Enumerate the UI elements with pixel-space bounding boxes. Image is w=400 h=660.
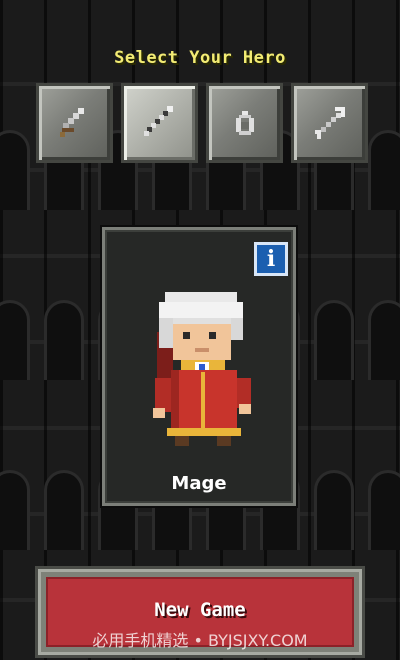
hero-name: Mage: [171, 473, 227, 494]
hero-preview-panel: i Mage: [102, 227, 296, 506]
screen-title: Select Your Hero: [114, 48, 286, 68]
sword-icon: [59, 108, 84, 137]
class-button-warrior[interactable]: [36, 83, 113, 163]
ring-icon: [235, 111, 254, 135]
arrow-icon: [314, 107, 345, 139]
info-icon: i: [266, 246, 276, 272]
staff-icon: [143, 106, 173, 136]
new-game-label: New Game: [154, 599, 246, 621]
class-button-rogue[interactable]: [206, 83, 283, 163]
info-button[interactable]: i: [254, 242, 288, 276]
class-button-huntress[interactable]: [291, 83, 368, 163]
mage-hero-sprite: [153, 292, 251, 446]
class-button-mage[interactable]: [121, 83, 198, 163]
watermark-text: 必用手机精选 • BYJSJXY.COM: [92, 631, 308, 650]
hero-class-selector: [36, 83, 368, 163]
